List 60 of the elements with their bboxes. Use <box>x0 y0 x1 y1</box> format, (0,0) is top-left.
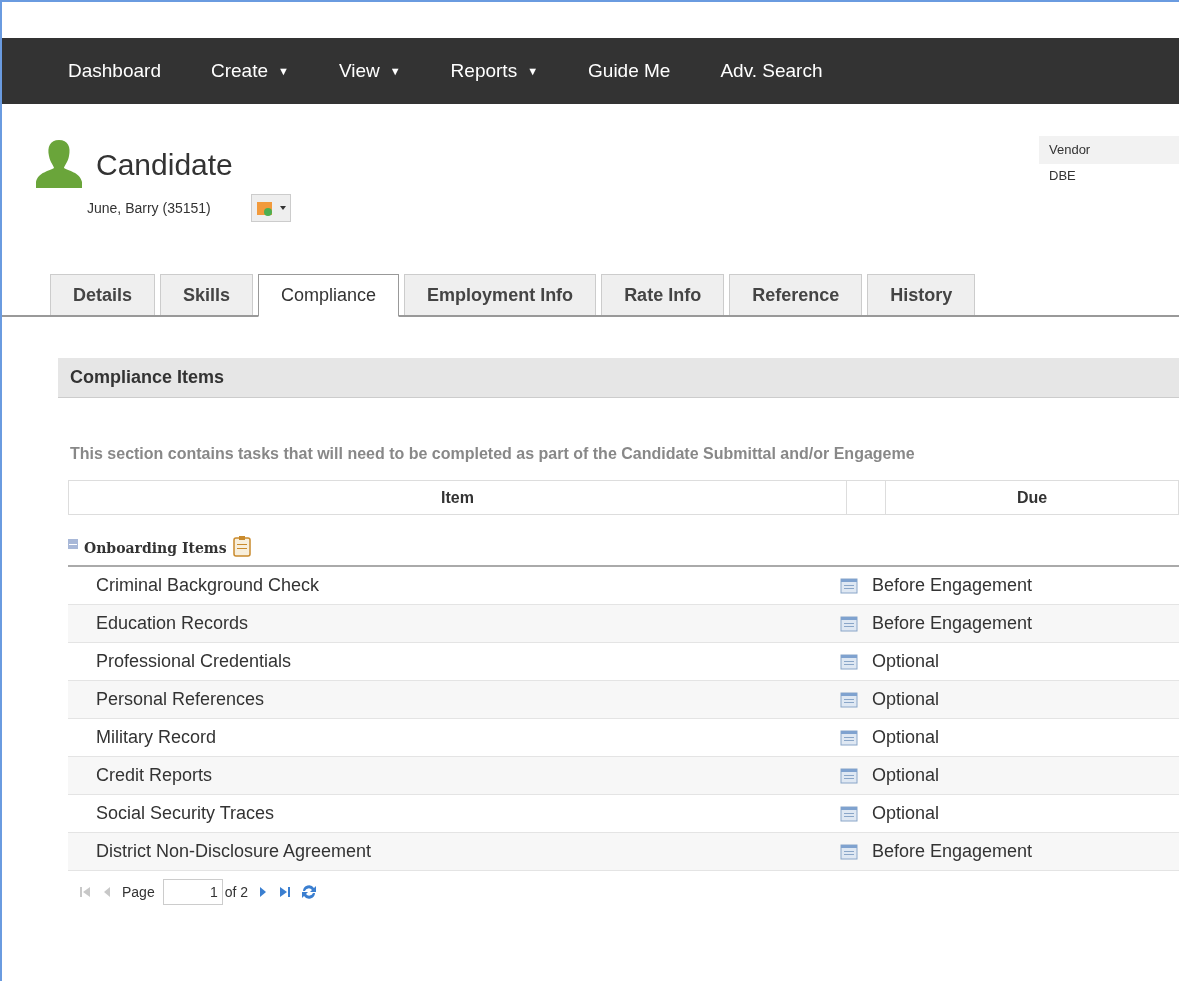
table-cell-text: Before Engagement <box>871 840 1033 863</box>
tab[interactable]: Compliance <box>258 274 400 317</box>
dropdown-caret: ▼ <box>527 63 539 79</box>
table-cell-text: Military Record <box>95 726 218 749</box>
refresh-icon[interactable] <box>300 883 319 901</box>
column-header: Due <box>1015 487 1049 508</box>
dropdown-caret: ▼ <box>389 63 401 79</box>
table-cell-text: Before Engagement <box>871 574 1033 597</box>
document-icon[interactable] <box>840 843 858 860</box>
table-cell-text: Education Records <box>95 612 250 635</box>
folder-icon <box>255 199 274 217</box>
dropdown-caret: ▼ <box>278 63 289 79</box>
table-cell-text: Optional <box>871 802 940 825</box>
table-cell-text: Social Security Traces <box>95 802 276 825</box>
table-cell-text: Professional Credentials <box>95 650 293 673</box>
document-icon[interactable] <box>840 615 858 632</box>
table-cell-text: Personal References <box>95 688 266 711</box>
page-count: of 2 <box>224 882 249 902</box>
tab[interactable]: Reference <box>729 274 863 315</box>
tab[interactable]: Details <box>50 274 156 315</box>
table-cell-text: Optional <box>871 726 940 749</box>
tab[interactable]: Employment Info <box>404 274 597 315</box>
group-label: Onboarding Items <box>84 539 227 558</box>
candidate-name: June, Barry (35151) <box>87 198 211 218</box>
table-cell-text: Before Engagement <box>871 612 1033 635</box>
document-icon[interactable] <box>840 767 858 784</box>
column-header: Item <box>440 487 475 508</box>
nav-link[interactable]: Reports ▼ <box>450 56 539 86</box>
table-cell-text: Optional <box>871 688 940 711</box>
table-cell-text: Optional <box>871 764 940 787</box>
actions-dropdown[interactable] <box>250 194 291 222</box>
vendor-label: Vendor <box>1039 136 1179 164</box>
tab[interactable]: History <box>867 274 976 315</box>
page-title: Candidate <box>96 146 233 183</box>
document-icon[interactable] <box>840 691 858 708</box>
document-icon[interactable] <box>840 729 858 746</box>
tab[interactable]: Rate Info <box>601 274 725 315</box>
caret-icon <box>279 206 286 210</box>
vendor-value: DBE <box>1048 166 1077 185</box>
table-cell-text: Credit Reports <box>95 764 214 787</box>
table-cell-text: Criminal Background Check <box>95 574 321 597</box>
collapse-icon[interactable] <box>68 539 78 549</box>
person-icon <box>34 138 84 190</box>
nav-link[interactable]: Create ▼ <box>210 56 289 86</box>
last-page-icon[interactable] <box>278 885 293 899</box>
clipboard-icon[interactable] <box>232 535 251 557</box>
document-icon[interactable] <box>840 805 858 822</box>
page-input[interactable]: 1 <box>162 879 223 905</box>
nav-link[interactable]: Adv. Search <box>720 56 823 86</box>
document-icon[interactable] <box>840 653 858 670</box>
document-icon[interactable] <box>840 577 858 594</box>
page-label: Page <box>122 882 155 902</box>
nav-link[interactable]: Dashboard <box>68 56 161 86</box>
table-cell-text: Optional <box>871 650 940 673</box>
section-header: Compliance Items <box>58 358 1179 398</box>
tab[interactable]: Skills <box>160 274 254 315</box>
nav-link[interactable]: Guide Me <box>588 56 671 86</box>
nav-link[interactable]: View ▼ <box>338 56 401 86</box>
section-description: This section contains tasks that will need to be completed as part of the Candidate Submittal and/or Engageme <box>70 444 916 464</box>
table-cell-text: District Non-Disclosure Agreement <box>95 840 373 863</box>
